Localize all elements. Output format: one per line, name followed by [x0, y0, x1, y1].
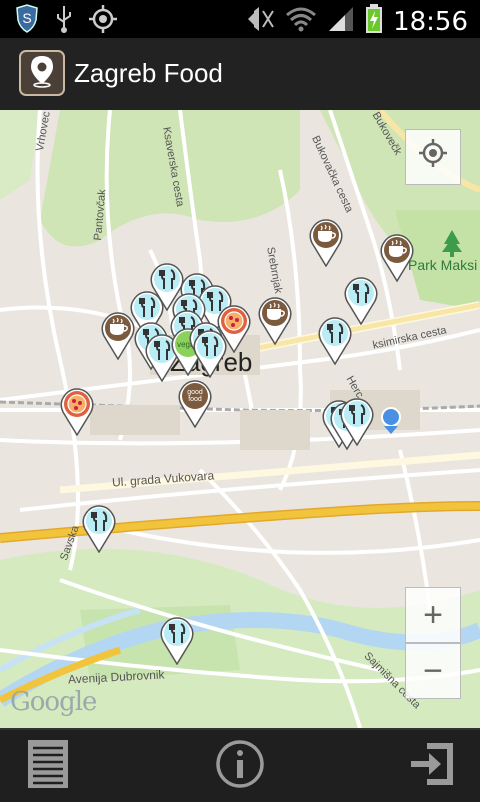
gps-icon — [88, 4, 118, 39]
status-bar: S 18:56 — [0, 0, 480, 38]
list-button[interactable] — [20, 738, 76, 794]
zoom-out-button[interactable]: − — [405, 643, 461, 699]
map-pin-coffee[interactable] — [380, 234, 414, 283]
park-label: Park Maksi — [408, 257, 478, 273]
good-food-logo-icon: goodfood — [178, 380, 212, 429]
map-pin-coffee[interactable] — [258, 297, 292, 346]
map-pin-coffee[interactable] — [101, 312, 135, 361]
info-button[interactable] — [212, 738, 268, 794]
map-pin-pizza[interactable] — [60, 388, 94, 437]
my-location-icon — [417, 137, 449, 178]
info-icon — [215, 739, 265, 794]
coffee-cup-icon — [101, 312, 135, 361]
map-pin-restaurant[interactable] — [82, 505, 116, 554]
fork-knife-icon — [82, 505, 116, 554]
map-pin-restaurant[interactable] — [160, 617, 194, 666]
google-attribution: Google — [10, 687, 97, 717]
signal-icon — [327, 5, 355, 38]
fork-knife-icon — [193, 330, 227, 379]
battery-charging-icon — [365, 4, 383, 39]
zoom-in-button[interactable]: + — [405, 587, 461, 643]
pizza-icon — [60, 388, 94, 437]
my-location-button[interactable] — [405, 129, 461, 185]
wifi-icon — [285, 5, 317, 38]
fork-knife-icon — [318, 317, 352, 366]
usb-icon — [54, 4, 74, 39]
app-title: Zagreb Food — [74, 58, 223, 88]
exit-icon — [407, 739, 457, 794]
map-pin-icon — [27, 54, 57, 93]
app-icon[interactable] — [19, 50, 65, 96]
svg-text:good: good — [187, 389, 203, 396]
map-pin-restaurant[interactable] — [318, 317, 352, 366]
shield-icon: S — [14, 4, 40, 39]
fork-knife-icon — [160, 617, 194, 666]
svg-text:S: S — [22, 10, 31, 26]
map-pin-restaurant[interactable] — [193, 330, 227, 379]
current-location-marker — [380, 406, 402, 441]
fork-knife-icon — [340, 398, 374, 447]
svg-text:food: food — [188, 396, 202, 403]
list-icon — [27, 739, 69, 794]
bottom-action-bar — [0, 728, 480, 802]
status-time: 18:56 — [393, 6, 468, 37]
app-bar: Zagreb Food — [0, 38, 480, 112]
coffee-cup-icon — [380, 234, 414, 283]
mute-icon — [245, 5, 275, 38]
map-pin-good-food[interactable]: good food — [178, 380, 212, 429]
map-pin-restaurant[interactable] — [340, 398, 374, 447]
coffee-cup-icon — [258, 297, 292, 346]
map-view[interactable]: Vrhovec Pantovčak Ksaverska cesta Bukova… — [0, 110, 480, 728]
coffee-cup-icon — [309, 219, 343, 268]
exit-button[interactable] — [404, 738, 460, 794]
map-pin-coffee[interactable] — [309, 219, 343, 268]
